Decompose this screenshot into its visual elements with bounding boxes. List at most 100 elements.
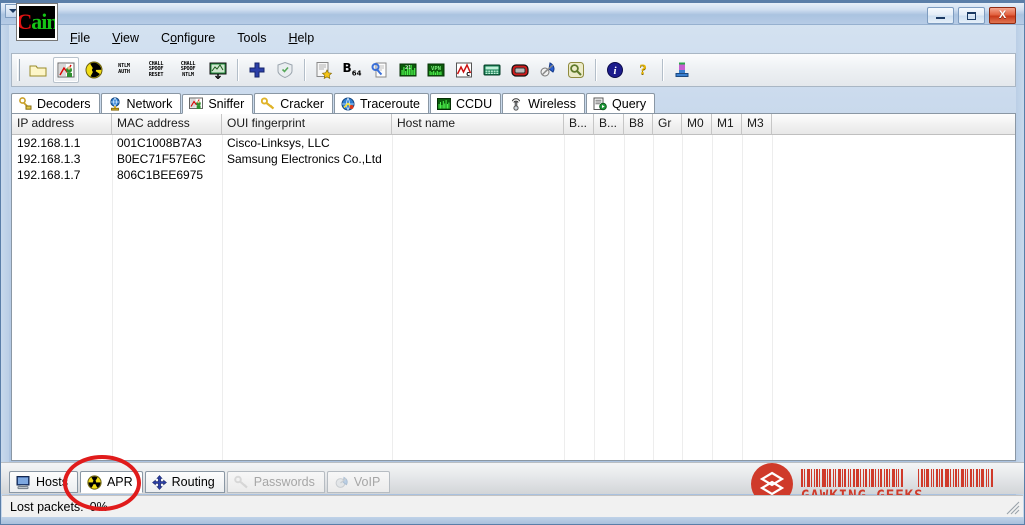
bottom-tab-bar: Hosts APR Routing Passwords VoIP <box>9 471 392 493</box>
toolbar-button-route-table[interactable] <box>507 57 533 83</box>
status-value: 0% <box>89 499 108 514</box>
chall-spoof-ntlm-icon: CHALL SPOOF NTLM <box>181 61 196 79</box>
toolbar-button-rdp[interactable]: c <box>451 57 477 83</box>
toolbar-button-access-db-password[interactable] <box>563 57 589 83</box>
toolbar-button-cert-collector[interactable] <box>367 57 393 83</box>
menu-item-configure[interactable]: Configure <box>150 30 226 46</box>
column-header[interactable]: MAC address <box>112 114 222 135</box>
column-header[interactable]: B... <box>564 114 594 135</box>
menu-item-help[interactable]: Help <box>277 30 325 46</box>
minimize-button[interactable] <box>927 7 954 24</box>
column-header[interactable]: IP address <box>12 114 112 135</box>
column-header[interactable]: Host name <box>392 114 564 135</box>
app-icon: Cain <box>16 3 58 41</box>
window-left-edge <box>1 25 9 524</box>
maximize-button[interactable] <box>958 7 985 24</box>
toolbar-button-screen-capture[interactable] <box>205 57 231 83</box>
window-right-edge <box>1016 25 1024 524</box>
base64-decoder-icon: B64 <box>342 61 362 78</box>
key-icon <box>233 475 249 490</box>
toolbar-button-add-to-list[interactable] <box>244 57 270 83</box>
maximize-icon <box>967 11 976 20</box>
toolbar-button-certificate-collector[interactable] <box>669 57 695 83</box>
column-header[interactable]: M3 <box>742 114 772 135</box>
toolbar-button-open-folder[interactable] <box>25 57 51 83</box>
toolbar-button-about[interactable]: i <box>602 57 628 83</box>
table-row[interactable]: 192.168.1.7 806C1BEE6975 <box>12 167 1015 183</box>
tab-wireless[interactable]: Wireless <box>502 93 586 113</box>
bottom-tab-label: APR <box>106 475 133 489</box>
hash-calculator-icon <box>483 61 501 79</box>
tab-sniffer[interactable]: Sniffer <box>182 94 254 114</box>
about-icon: i <box>606 61 624 79</box>
column-header[interactable]: B... <box>594 114 624 135</box>
tab-label: Network <box>126 96 173 111</box>
hosts-list-view[interactable]: IP address MAC address OUI fingerprint Host… <box>11 113 1016 461</box>
tab-label: Sniffer <box>208 97 245 111</box>
toolbar-grip[interactable] <box>17 59 20 81</box>
cert-collector-icon <box>371 61 389 79</box>
tab-decoders[interactable]: Decoders <box>11 93 100 113</box>
svg-text:VPN: VPN <box>431 66 441 72</box>
toolbar-button-chall-spoof-reset[interactable]: CHALL SPOOF RESET <box>141 57 171 83</box>
test-icon <box>315 61 333 79</box>
ntlm-auth-icon: NTLM AUTH <box>118 64 130 75</box>
column-header[interactable]: M1 <box>712 114 742 135</box>
rdp-icon: c <box>455 61 473 79</box>
main-tab-strip: Decoders Network Sniffer Cracker Traceroute C… <box>11 93 1016 114</box>
toolbar-button-chall-spoof-ntlm[interactable]: CHALL SPOOF NTLM <box>173 57 203 83</box>
tab-cracker[interactable]: Cracker <box>254 93 334 113</box>
tab-query[interactable]: Query <box>586 93 656 113</box>
cell-ip: 192.168.1.1 <box>17 136 81 150</box>
vpn-icon: VPN <box>427 61 445 79</box>
bottom-tab-routing[interactable]: Routing <box>144 471 225 493</box>
tab-label: Query <box>612 96 647 111</box>
application-window: X Cain File View Configure Tools Help NTLM AU… <box>0 0 1025 525</box>
remove-icon <box>276 61 294 79</box>
resize-grip[interactable] <box>1006 501 1020 515</box>
menu-item-view[interactable]: View <box>101 30 150 46</box>
column-header[interactable]: OUI fingerprint <box>222 114 392 135</box>
toolbar-button-start-stop-apr[interactable] <box>81 57 107 83</box>
toolbar-button-rsa-calculator[interactable]: 21 <box>395 57 421 83</box>
toolbar-button-start-stop-sniffer[interactable] <box>53 57 79 83</box>
bottom-tab-apr[interactable]: APR <box>79 471 143 493</box>
toolbar-button-remove[interactable] <box>272 57 298 83</box>
toolbar-button-hash-calculator[interactable] <box>479 57 505 83</box>
toolbar-button-test[interactable] <box>311 57 337 83</box>
logo-letter-c: C <box>17 9 32 34</box>
list-grid-lines <box>12 135 1015 460</box>
close-button[interactable]: X <box>989 7 1016 24</box>
column-header[interactable]: B8 <box>624 114 653 135</box>
toolbar-button-wireless-scanner[interactable] <box>535 57 561 83</box>
tab-network[interactable]: Network <box>100 93 182 113</box>
toolbar-separator <box>237 59 238 81</box>
toolbar-separator <box>595 59 596 81</box>
table-row[interactable]: 192.168.1.1 001C1008B7A3 Cisco-Linksys, LL… <box>12 135 1015 151</box>
list-header-row: IP address MAC address OUI fingerprint Host… <box>12 114 1015 135</box>
menu-item-tools[interactable]: Tools <box>226 30 277 46</box>
bottom-tab-hosts[interactable]: Hosts <box>9 471 78 493</box>
close-icon: X <box>998 9 1007 21</box>
table-row[interactable]: 192.168.1.3 B0EC71F57E6C Samsung Electroni… <box>12 151 1015 167</box>
column-header[interactable]: M0 <box>682 114 712 135</box>
decoder-icon <box>18 96 32 111</box>
tab-traceroute[interactable]: Traceroute <box>334 93 429 113</box>
cell-oui: Cisco-Linksys, LLC <box>227 136 330 150</box>
traceroute-icon <box>341 97 355 111</box>
title-bar-top-line <box>1 1 1024 3</box>
screen-capture-icon <box>209 61 227 79</box>
toolbar-button-vpn[interactable]: VPN <box>423 57 449 83</box>
toolbar-button-base64-decoder[interactable]: B64 <box>339 57 365 83</box>
cell-mac: 001C1008B7A3 <box>117 136 202 150</box>
cell-oui: Samsung Electronics Co.,Ltd <box>227 152 382 166</box>
toolbar-button-help[interactable]: ? <box>630 57 656 83</box>
toolbar-text-icon: NTLM AUTH <box>118 63 130 75</box>
menu-item-file[interactable]: File <box>59 30 101 46</box>
phone-icon <box>334 475 349 490</box>
tab-ccdu[interactable]: CCDU <box>430 93 502 113</box>
bottom-tab-label: VoIP <box>353 475 381 489</box>
column-header[interactable]: Gr <box>653 114 682 135</box>
column-header[interactable] <box>772 114 1015 135</box>
toolbar-button-ntlm-auth[interactable]: NTLM AUTH <box>109 57 139 83</box>
